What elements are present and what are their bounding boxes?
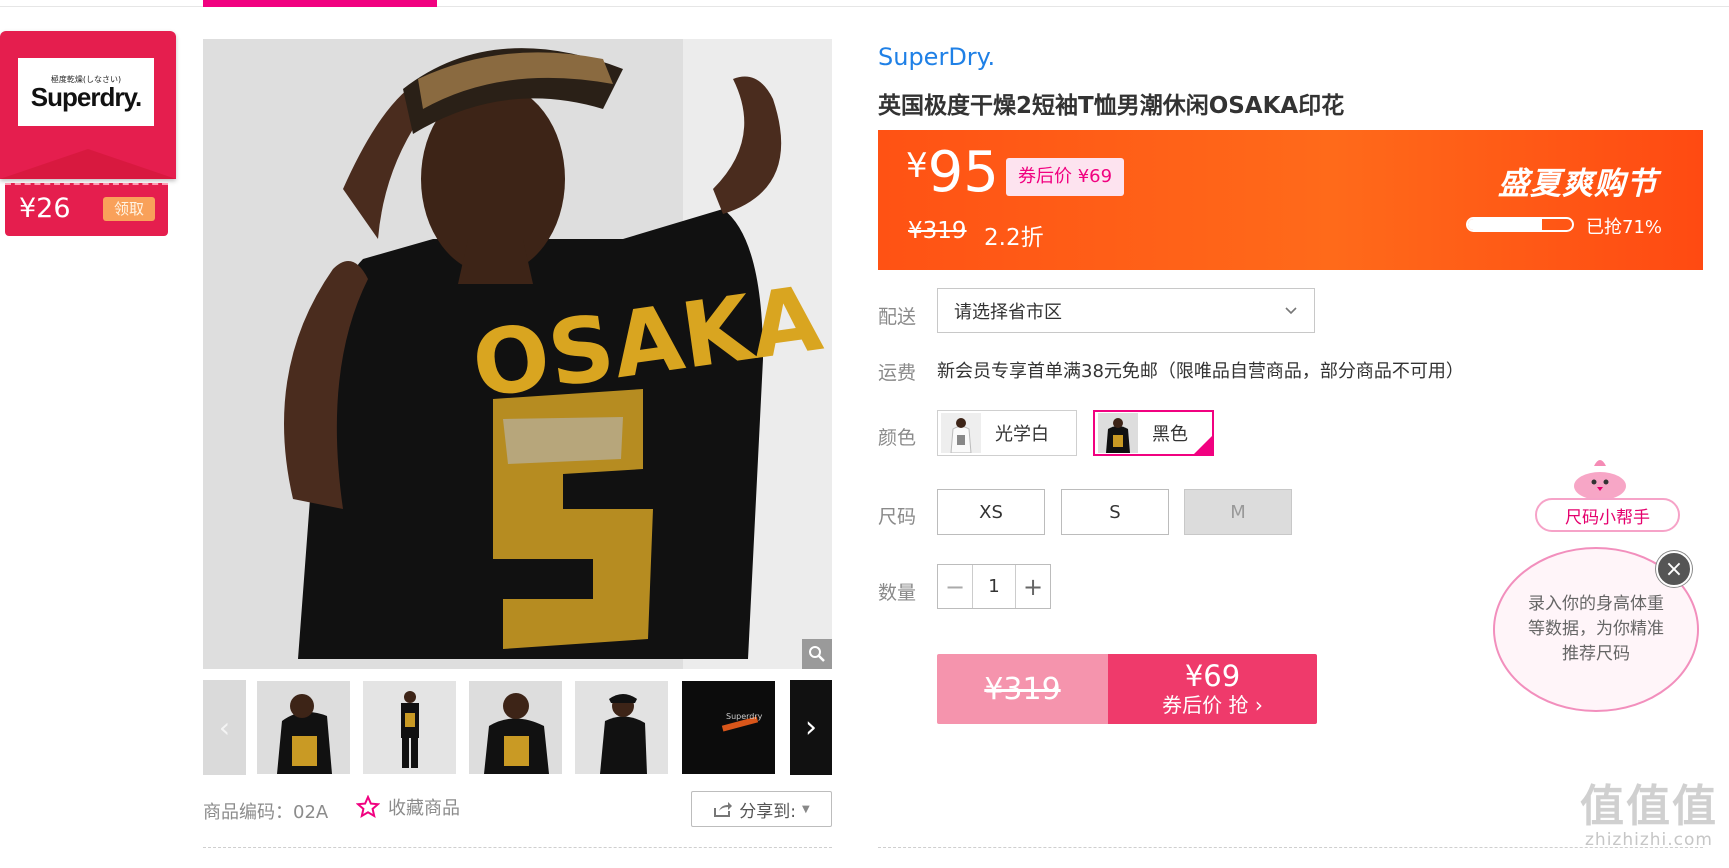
size-option-s[interactable]: S xyxy=(1061,489,1169,535)
chevron-right-icon: › xyxy=(805,710,817,745)
left-divider xyxy=(203,847,832,848)
buy-cta[interactable]: ¥69 券后价 抢 › xyxy=(1108,654,1317,724)
coupon-claim-button[interactable]: 领取 xyxy=(103,197,155,221)
current-price: ¥95 xyxy=(906,140,999,205)
caret-down-icon: ▼ xyxy=(802,803,810,815)
favorite-button[interactable]: 收藏商品 xyxy=(356,794,460,820)
thumbnail[interactable]: Superdry xyxy=(682,681,775,774)
white-tee-thumbnail xyxy=(941,413,981,453)
quantity-minus-button[interactable]: − xyxy=(938,565,972,608)
thumb-next-button[interactable]: › xyxy=(790,680,832,775)
price-banner: ¥95 券后价 ¥69 ¥319 2.2折 盛夏爽购节 已抢71% xyxy=(878,130,1703,270)
chevron-left-icon: ‹ xyxy=(218,711,231,744)
shipping-label: 配送 xyxy=(878,306,917,328)
coupon-price-badge: 券后价 ¥69 xyxy=(1006,158,1125,196)
chevron-down-icon xyxy=(1285,306,1297,314)
favorite-label: 收藏商品 xyxy=(388,798,460,819)
close-icon[interactable]: × xyxy=(1656,551,1692,587)
discount-label: 2.2折 xyxy=(984,225,1044,251)
brand-logo-text: Superdry. xyxy=(30,81,142,112)
region-select[interactable]: 请选择省市区 xyxy=(937,288,1315,333)
original-price: ¥319 xyxy=(908,218,967,244)
zoom-button[interactable] xyxy=(802,639,832,669)
thumbnail-image xyxy=(257,681,350,774)
currency-symbol: ¥ xyxy=(906,146,928,186)
color-option-label: 黑色 xyxy=(1152,424,1188,445)
quantity-plus-button[interactable]: + xyxy=(1016,565,1050,608)
thumbnail[interactable] xyxy=(469,681,562,774)
thumbnail[interactable] xyxy=(575,681,668,774)
buy-cta-text: 券后价 抢 › xyxy=(1162,693,1263,717)
size-label: 尺码 xyxy=(878,506,917,528)
product-title: 英国极度干燥2短袖T恤男潮休闲OSAKA印花 xyxy=(878,93,1345,119)
share-label: 分享到: xyxy=(739,801,797,822)
product-photo: OSAKA xyxy=(203,39,832,669)
brand-link[interactable]: SuperDry. xyxy=(878,43,995,71)
sold-progress-fill xyxy=(1468,219,1542,230)
brand-logo: 極度乾燥(しなさい) Superdry. xyxy=(18,58,154,126)
thumbnail-image xyxy=(575,681,668,774)
product-main-image[interactable]: OSAKA xyxy=(203,39,832,669)
watermark-url: zhizhizhi.com xyxy=(1585,830,1713,850)
size-helper[interactable]: 尺码小帮手 录入你的身高体重等数据，为你精准推荐尺码 × xyxy=(1490,452,1705,714)
black-tee-thumbnail xyxy=(1098,413,1138,453)
sold-progress-label: 已抢71% xyxy=(1586,217,1663,238)
selected-check-icon: ✔ xyxy=(1192,434,1234,456)
buy-coupon-price: ¥69 xyxy=(1184,659,1241,693)
watermark-logo: 值值值 xyxy=(1580,781,1718,832)
quantity-label: 数量 xyxy=(878,582,917,604)
coupon-fold xyxy=(0,149,176,179)
thumbnail-image xyxy=(363,681,456,774)
color-label: 颜色 xyxy=(878,427,917,449)
svg-text:Superdry: Superdry xyxy=(726,712,763,721)
mascot-icon xyxy=(1574,460,1626,498)
star-icon xyxy=(356,795,380,819)
size-helper-title[interactable]: 尺码小帮手 xyxy=(1535,498,1680,532)
buy-original-price: ¥319 xyxy=(937,654,1108,724)
thumb-prev-button[interactable]: ‹ xyxy=(203,680,246,775)
color-swatch-white xyxy=(941,413,981,453)
quantity-value[interactable]: 1 xyxy=(972,565,1016,608)
quantity-stepper[interactable]: − 1 + xyxy=(937,564,1051,609)
buy-button[interactable]: ¥319 ¥69 券后价 抢 › xyxy=(937,654,1317,724)
thumbnail[interactable] xyxy=(363,681,456,774)
color-option-black[interactable]: 黑色 ✔ xyxy=(1093,410,1234,456)
coupon-value: ¥26 xyxy=(19,193,71,224)
fee-label: 运费 xyxy=(878,362,917,384)
active-tab-indicator xyxy=(203,0,437,7)
watermark: 值值值 zhizhizhi.com xyxy=(1580,781,1718,851)
color-option-label: 光学白 xyxy=(995,424,1049,445)
product-code: 商品编码：02A xyxy=(203,802,329,823)
thumbnail[interactable] xyxy=(257,681,350,774)
magnifier-icon xyxy=(809,646,825,662)
coupon-stub: ¥26 领取 xyxy=(5,183,168,236)
share-icon xyxy=(714,802,733,817)
sold-progress-bar xyxy=(1466,217,1574,232)
fee-text: 新会员专享首单满38元免邮（限唯品自营商品，部分商品不可用） xyxy=(937,361,1464,382)
coupon-card: 極度乾燥(しなさい) Superdry. xyxy=(0,31,176,179)
size-option-m: M xyxy=(1184,489,1292,535)
festival-title: 盛夏爽购节 xyxy=(1498,166,1658,202)
color-option-white[interactable]: 光学白 xyxy=(937,410,1077,456)
size-option-xs[interactable]: XS xyxy=(937,489,1045,535)
color-swatch-black xyxy=(1098,413,1138,453)
store-coupon[interactable]: 極度乾燥(しなさい) Superdry. ¥26 领取 xyxy=(0,31,176,236)
price-value: 95 xyxy=(927,140,999,205)
thumbnail-image: Superdry xyxy=(682,681,775,774)
thumbnail-image xyxy=(469,681,562,774)
region-select-placeholder: 请选择省市区 xyxy=(954,301,1062,323)
share-button[interactable]: 分享到: ▼ xyxy=(691,791,832,827)
